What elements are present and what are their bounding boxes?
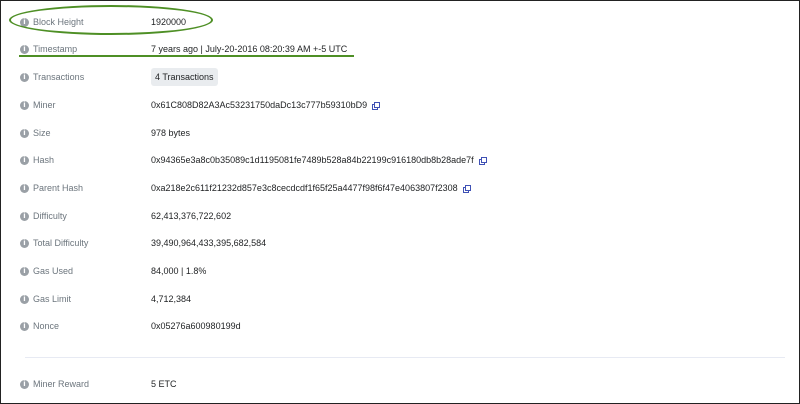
difficulty-label: Difficulty: [33, 211, 67, 221]
block-details-panel: i Block Height 1920000 i Timestamp 7 yea…: [0, 0, 800, 404]
parent-hash-label: Parent Hash: [33, 183, 84, 193]
gas-used-label: Gas Used: [33, 266, 74, 276]
gas-limit-label: Gas Limit: [33, 294, 72, 304]
transactions-badge[interactable]: 4 Transactions: [151, 68, 218, 86]
miner-reward-value: 5 ETC: [151, 379, 177, 389]
row-size: i Size 978 bytes: [1, 123, 799, 143]
info-circle-icon[interactable]: i: [20, 211, 29, 221]
info-circle-icon[interactable]: i: [20, 128, 29, 138]
copy-icon[interactable]: [462, 184, 471, 193]
timestamp-value: 7 years ago | July-20-2016 08:20:39 AM +…: [151, 44, 348, 54]
info-circle-icon[interactable]: i: [20, 44, 29, 54]
row-total-difficulty: i Total Difficulty 39,490,964,433,395,68…: [1, 233, 799, 253]
hash-label: Hash: [33, 155, 55, 165]
parent-hash-value: 0xa218e2c611f21232d857e3c8cecdcdf1f65f25…: [151, 183, 471, 193]
row-miner-reward: i Miner Reward 5 ETC: [1, 374, 799, 394]
info-circle-icon[interactable]: i: [20, 321, 29, 331]
info-circle-icon[interactable]: i: [20, 100, 29, 110]
hash-value: 0x94365e3a8c0b35089c1d1195081fe7489b528a…: [151, 155, 487, 165]
gas-used-value: 84,000 | 1.8%: [151, 266, 207, 276]
transactions-value: 4 Transactions: [151, 68, 218, 86]
info-circle-icon[interactable]: i: [20, 183, 29, 193]
transactions-label: Transactions: [33, 72, 85, 82]
row-gas-limit: i Gas Limit 4,712,384: [1, 289, 799, 309]
miner-address-link[interactable]: 0x61C808D82A3Ac53231750daDc13c777b59310b…: [151, 100, 367, 110]
info-circle-icon[interactable]: i: [20, 294, 29, 304]
row-difficulty: i Difficulty 62,413,376,722,602: [1, 206, 799, 226]
nonce-value: 0x05276a600980199d: [151, 321, 241, 331]
row-gas-used: i Gas Used 84,000 | 1.8%: [1, 261, 799, 281]
size-value: 978 bytes: [151, 128, 191, 138]
gas-limit-value: 4,712,384: [151, 294, 192, 304]
row-hash: i Hash 0x94365e3a8c0b35089c1d1195081fe74…: [1, 150, 799, 170]
info-circle-icon[interactable]: i: [20, 155, 29, 165]
miner-value: 0x61C808D82A3Ac53231750daDc13c777b59310b…: [151, 100, 381, 110]
miner-reward-label: Miner Reward: [33, 379, 90, 389]
nonce-label: Nonce: [33, 321, 60, 331]
timestamp-label: Timestamp: [33, 44, 78, 54]
highlight-underline: [19, 55, 354, 57]
total-difficulty-value: 39,490,964,433,395,682,584: [151, 238, 267, 248]
difficulty-value: 62,413,376,722,602: [151, 211, 232, 221]
info-circle-icon[interactable]: i: [20, 266, 29, 276]
hash-text: 0x94365e3a8c0b35089c1d1195081fe7489b528a…: [151, 155, 474, 165]
row-parent-hash: i Parent Hash 0xa218e2c611f21232d857e3c8…: [1, 178, 799, 198]
section-divider: [25, 357, 785, 358]
size-label: Size: [33, 128, 51, 138]
row-transactions: i Transactions 4 Transactions: [1, 67, 799, 87]
total-difficulty-label: Total Difficulty: [33, 238, 89, 248]
miner-label: Miner: [33, 100, 56, 110]
highlight-ellipse: [9, 5, 213, 35]
copy-icon[interactable]: [372, 101, 381, 110]
copy-icon[interactable]: [478, 156, 487, 165]
parent-hash-link[interactable]: 0xa218e2c611f21232d857e3c8cecdcdf1f65f25…: [151, 183, 458, 193]
info-circle-icon[interactable]: i: [20, 379, 29, 389]
info-circle-icon[interactable]: i: [20, 72, 29, 82]
row-nonce: i Nonce 0x05276a600980199d: [1, 316, 799, 336]
row-miner: i Miner 0x61C808D82A3Ac53231750daDc13c77…: [1, 95, 799, 115]
info-circle-icon[interactable]: i: [20, 238, 29, 248]
